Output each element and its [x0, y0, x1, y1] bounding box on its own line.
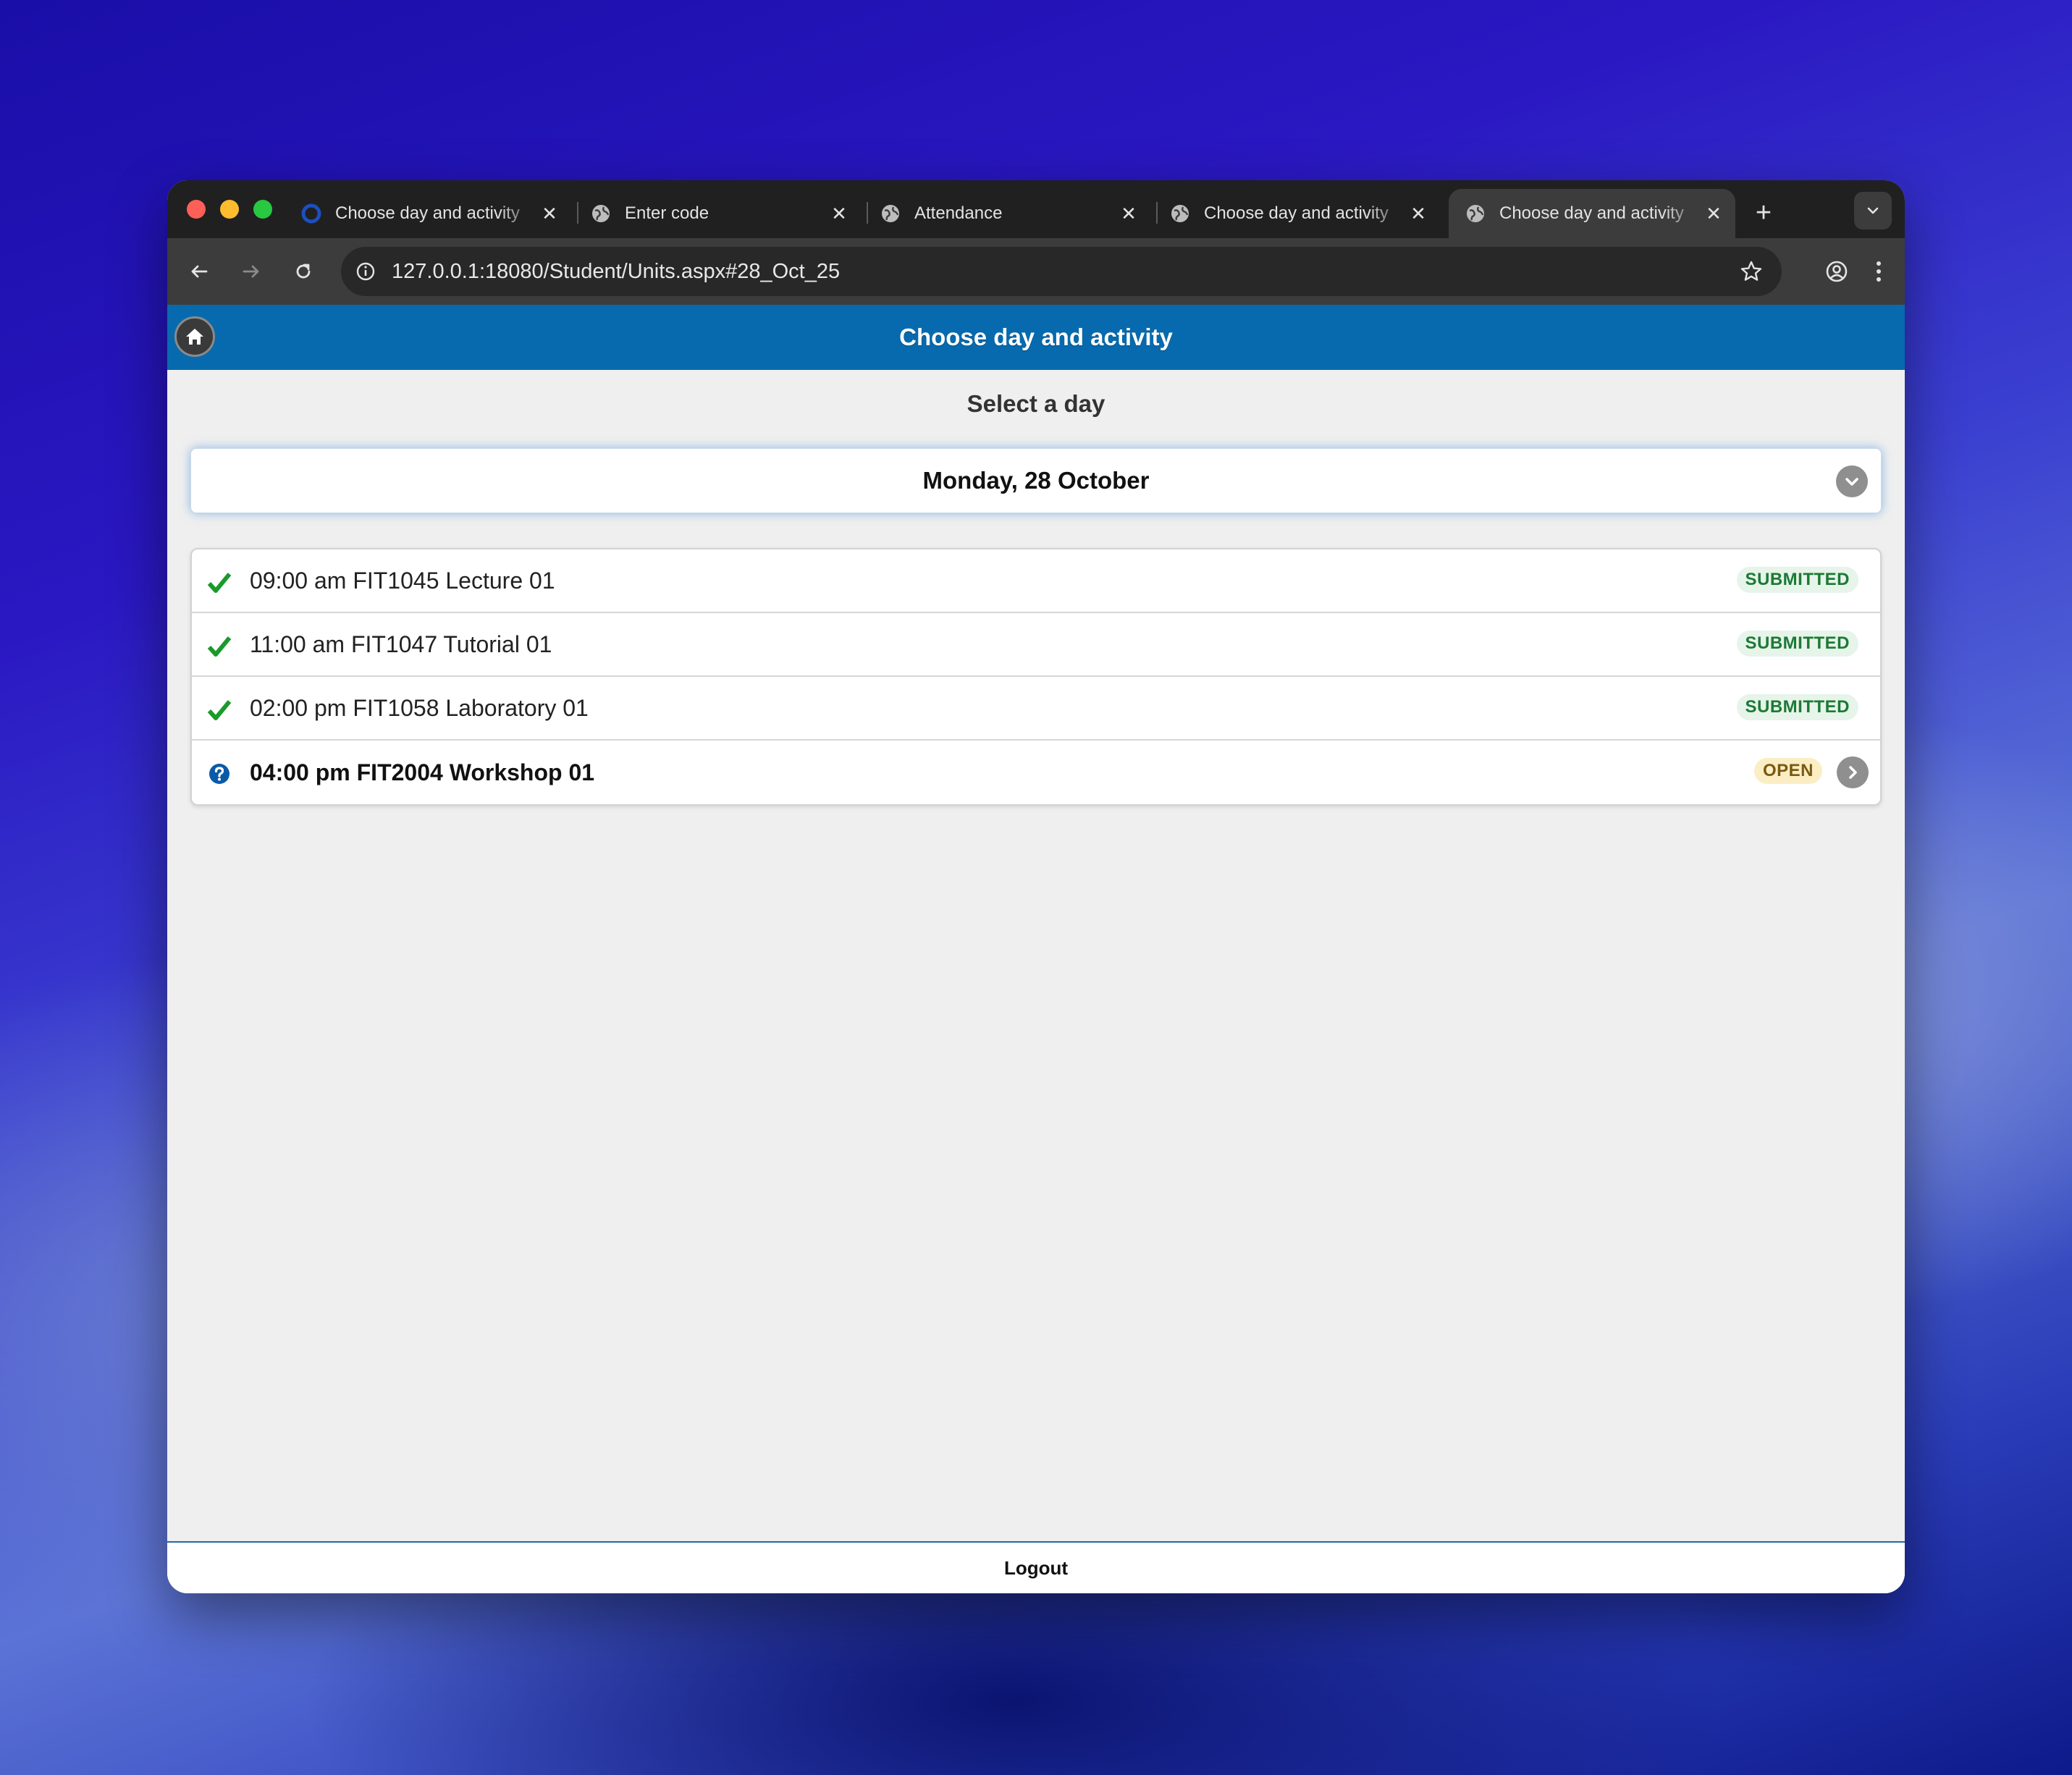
app-favicon-icon — [300, 203, 322, 224]
globe-icon — [1169, 203, 1191, 224]
tab-strip: Choose day and activity ✕ Enter code ✕ A… — [167, 180, 1905, 238]
arrow-left-icon — [191, 265, 208, 278]
activity-row-fit2004[interactable]: 04:00 pm FIT2004 Workshop 01 OPEN — [192, 741, 1880, 804]
status-badge: SUBMITTED — [1736, 567, 1858, 593]
tab-5-active[interactable]: Choose day and activity ✕ — [1449, 189, 1735, 238]
activity-label: 09:00 am FIT1045 Lecture 01 — [250, 567, 555, 594]
browser-menu-button[interactable] — [1861, 254, 1896, 289]
logout-link[interactable]: Logout — [1004, 1557, 1068, 1580]
activity-row-fit1047[interactable]: 11:00 am FIT1047 Tutorial 01 SUBMITTED — [192, 613, 1880, 677]
checkmark-icon — [206, 570, 232, 596]
question-icon — [206, 761, 232, 787]
activity-list: 09:00 am FIT1045 Lecture 01 SUBMITTED 11… — [190, 548, 1882, 806]
chevron-right-icon[interactable] — [1837, 756, 1869, 788]
more-vertical-icon — [1877, 261, 1881, 282]
globe-icon — [590, 203, 612, 224]
page-header: Choose day and activity — [167, 305, 1905, 370]
close-tab-icon[interactable]: ✕ — [1119, 203, 1139, 224]
activity-row-fit1045[interactable]: 09:00 am FIT1045 Lecture 01 SUBMITTED — [192, 549, 1880, 613]
reload-button[interactable] — [286, 254, 321, 289]
close-window-button[interactable] — [187, 200, 206, 219]
site-info-icon[interactable] — [351, 257, 380, 286]
tab-4[interactable]: Choose day and activity ✕ — [1153, 189, 1440, 238]
maximize-window-button[interactable] — [253, 200, 272, 219]
status-badge: SUBMITTED — [1736, 694, 1858, 720]
close-tab-icon[interactable]: ✕ — [829, 203, 849, 224]
tab-3[interactable]: Attendance ✕ — [864, 189, 1150, 238]
bookmark-star-icon[interactable] — [1737, 257, 1766, 286]
checkmark-icon — [206, 633, 232, 659]
home-icon — [186, 329, 203, 345]
page-title: Choose day and activity — [899, 324, 1173, 350]
activity-label: 02:00 pm FIT1058 Laboratory 01 — [250, 694, 589, 721]
close-tab-icon[interactable]: ✕ — [539, 203, 560, 224]
forward-button[interactable] — [234, 254, 269, 289]
page-content: Choose day and activity Select a day Mon… — [167, 305, 1905, 1593]
browser-toolbar: 127.0.0.1:18080/Student/Units.aspx#28_Oc… — [167, 238, 1905, 305]
address-bar[interactable]: 127.0.0.1:18080/Student/Units.aspx#28_Oc… — [341, 247, 1782, 296]
status-badge: OPEN — [1753, 758, 1822, 784]
tab-1[interactable]: Choose day and activity ✕ — [285, 189, 571, 238]
minimize-window-button[interactable] — [220, 200, 239, 219]
status-badge: SUBMITTED — [1736, 631, 1858, 657]
activity-row-fit1058[interactable]: 02:00 pm FIT1058 Laboratory 01 SUBMITTED — [192, 677, 1880, 741]
chevron-down-icon — [1867, 207, 1879, 214]
url-text[interactable]: 127.0.0.1:18080/Student/Units.aspx#28_Oc… — [392, 260, 840, 284]
browser-window: Choose day and activity ✕ Enter code ✕ A… — [167, 180, 1905, 1593]
tab-title: Choose day and activity — [335, 203, 520, 223]
tab-search-button[interactable] — [1854, 192, 1892, 229]
close-tab-icon[interactable]: ✕ — [1703, 203, 1724, 224]
arrow-right-icon — [243, 265, 259, 278]
globe-icon — [880, 203, 901, 224]
page-footer: Logout — [167, 1541, 1905, 1593]
tab-title: Choose day and activity — [1499, 203, 1684, 223]
home-button[interactable] — [174, 316, 215, 357]
tab-2[interactable]: Enter code ✕ — [574, 189, 861, 238]
activity-label: 04:00 pm FIT2004 Workshop 01 — [250, 759, 595, 785]
checkmark-icon — [206, 697, 232, 723]
new-tab-button[interactable]: + — [1745, 195, 1782, 231]
account-icon — [1826, 261, 1848, 282]
globe-icon — [1465, 203, 1486, 224]
activity-label: 11:00 am FIT1047 Tutorial 01 — [250, 631, 552, 657]
chevron-down-icon[interactable] — [1836, 465, 1868, 497]
select-day-heading: Select a day — [966, 390, 1106, 417]
day-select[interactable]: Monday, 28 October — [190, 448, 1882, 513]
tab-title: Choose day and activity — [1204, 203, 1389, 223]
close-tab-icon[interactable]: ✕ — [1408, 203, 1428, 224]
selected-day-value: Monday, 28 October — [922, 467, 1150, 494]
tab-title: Attendance — [914, 203, 1003, 223]
profile-button[interactable] — [1819, 254, 1854, 289]
back-button[interactable] — [182, 254, 216, 289]
reload-icon — [296, 263, 311, 279]
tab-title: Enter code — [625, 203, 709, 223]
